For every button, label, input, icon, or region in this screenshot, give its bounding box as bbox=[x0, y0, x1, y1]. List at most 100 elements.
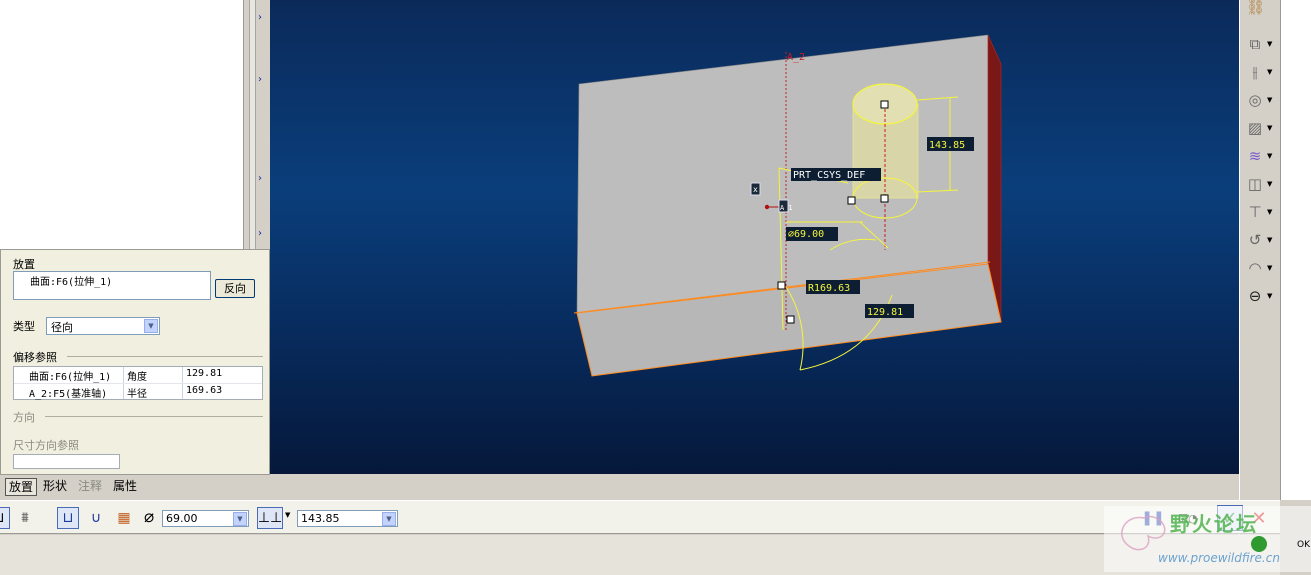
chevron-right-icon: › bbox=[258, 74, 262, 85]
model-tree-splitter[interactable]: › › › › bbox=[243, 0, 270, 250]
chevron-down-icon: ▼ bbox=[1267, 208, 1273, 216]
tool-chain[interactable]: ⛓ bbox=[1246, 0, 1276, 18]
tool-round[interactable]: ◠ ▼ bbox=[1246, 257, 1276, 279]
straight-hole-button[interactable]: ⊔ bbox=[57, 507, 79, 529]
flip-button[interactable]: 反向 bbox=[215, 279, 255, 298]
dim-dir-ref-collector[interactable] bbox=[13, 454, 120, 469]
tab-placement[interactable]: 放置 bbox=[5, 478, 38, 496]
pattern-icon: ⧉ bbox=[1249, 35, 1261, 53]
chevron-down-icon: ▼ bbox=[1267, 96, 1273, 104]
diameter-icon: ⌀ bbox=[144, 507, 155, 527]
chevron-down-icon: ▼ bbox=[1267, 68, 1273, 76]
mirror-icon: ⫲ bbox=[1252, 63, 1258, 81]
profile-hole-button[interactable]: ▦ bbox=[113, 507, 135, 529]
placement-title: 放置 bbox=[13, 258, 35, 271]
primary-reference-collector[interactable]: 曲面:F6(拉伸_1) bbox=[13, 271, 211, 300]
rib-icon: ⊤ bbox=[1248, 203, 1262, 221]
chevron-down-icon[interactable]: ▼ bbox=[285, 511, 290, 519]
graphics-window[interactable]: A_2 PRT_CSYS_DEF x A_1 143.85 ⌀69.00 R16… bbox=[270, 0, 1239, 474]
drag-handle[interactable] bbox=[880, 194, 889, 203]
depth-option-button[interactable]: ⊥⊥ bbox=[257, 507, 283, 529]
tool-thicken[interactable]: ▨ ▼ bbox=[1246, 117, 1276, 139]
simple-hole-icon: ⊔ bbox=[0, 510, 4, 526]
chevron-down-icon: ▼ bbox=[1267, 124, 1273, 132]
chevron-down-icon: ▼ bbox=[1267, 180, 1273, 188]
type-select[interactable]: 径向 ▼ bbox=[46, 317, 160, 335]
axis-label-a2: A_2 bbox=[787, 52, 805, 63]
diameter-value: 69.00 bbox=[166, 512, 198, 525]
tool-rib[interactable]: ⊤ ▼ bbox=[1246, 201, 1276, 223]
draft-icon: ↺ bbox=[1248, 231, 1262, 249]
sketched-hole-icon: ∪ bbox=[90, 510, 102, 526]
profile-hole-icon: ▦ bbox=[117, 510, 131, 526]
dim-dir-ref-label: 尺寸方向参照 bbox=[13, 439, 79, 452]
tab-properties[interactable]: 属性 bbox=[110, 478, 140, 496]
hole-icon: ⊖ bbox=[1248, 287, 1262, 305]
watermark-text: 野火论坛 bbox=[1170, 512, 1258, 536]
chevron-right-icon: › bbox=[258, 173, 262, 184]
drag-handle[interactable] bbox=[847, 196, 856, 205]
feature-toolbar: ⛓ ⧉ ▼ ⫲ ▼ ◎ ▼ ▨ ▼ ≋ ▼ ◫ ▼ ⊤ ▼ ↺ ▼ ◠ ▼ ⊖ ▼ bbox=[1239, 0, 1280, 575]
drag-handle[interactable] bbox=[880, 100, 889, 109]
table-row[interactable]: A_2:F5(基准轴) 半径 169.63 bbox=[14, 383, 262, 400]
type-value: 径向 bbox=[51, 321, 73, 334]
x-tag: x bbox=[753, 185, 758, 194]
tool-hole[interactable]: ⊖ ▼ bbox=[1246, 285, 1276, 307]
model-view[interactable]: A_2 PRT_CSYS_DEF x A_1 143.85 ⌀69.00 R16… bbox=[270, 0, 1239, 474]
model-tree[interactable] bbox=[0, 0, 243, 250]
direction-title: 方向 bbox=[13, 411, 35, 424]
status-bar bbox=[0, 535, 1280, 575]
chevron-down-icon[interactable]: ▼ bbox=[144, 319, 158, 333]
straight-hole-icon: ⊔ bbox=[62, 510, 74, 526]
chevron-right-icon: › bbox=[258, 228, 262, 239]
chevron-down-icon: ▼ bbox=[1267, 292, 1273, 300]
surface-ref: 曲面:F6(拉伸_1) bbox=[30, 277, 113, 288]
chevron-down-icon: ▼ bbox=[1267, 40, 1273, 48]
dashboard-tabs: 放置 形状 注释 属性 bbox=[0, 475, 1239, 499]
shell-icon: ◫ bbox=[1247, 175, 1263, 193]
tool-pattern[interactable]: ⧉ ▼ bbox=[1246, 33, 1276, 55]
type-label: 类型 bbox=[13, 320, 35, 333]
dim-angle[interactable]: 129.81 bbox=[867, 307, 903, 318]
hole-dashboard: ⊔ ⩩ ⊔ ∪ ▦ ⌀ 69.00 ▼ ⊥⊥ ▼ 143.85 ▼ ❚❚ ☑◔ … bbox=[0, 500, 1280, 534]
offset-title: 偏移参照 bbox=[13, 351, 57, 364]
round-icon: ◠ bbox=[1248, 259, 1262, 277]
chevron-down-icon[interactable]: ▼ bbox=[233, 512, 247, 526]
blind-depth-icon: ⊥⊥ bbox=[257, 510, 283, 526]
csys-label: PRT_CSYS_DEF bbox=[793, 170, 865, 181]
simple-hole-button[interactable]: ⊔ bbox=[0, 507, 10, 529]
sketched-hole-button[interactable]: ∪ bbox=[85, 507, 107, 529]
standard-hole-icon: ⩩ bbox=[21, 510, 29, 526]
placement-panel: 放置 曲面:F6(拉伸_1) 反向 类型 径向 ▼ 偏移参照 曲面:F6(拉伸_… bbox=[0, 249, 270, 475]
dim-height[interactable]: 143.85 bbox=[929, 140, 965, 151]
drag-handle[interactable] bbox=[777, 281, 786, 290]
drag-handle[interactable] bbox=[786, 315, 795, 324]
merge-icon: ◎ bbox=[1248, 91, 1262, 109]
watermark-url: www.proewildfire.cn bbox=[1158, 551, 1280, 565]
tab-shape[interactable]: 形状 bbox=[40, 478, 70, 496]
tool-draft[interactable]: ↺ ▼ bbox=[1246, 229, 1276, 251]
tool-mirror[interactable]: ⫲ ▼ bbox=[1246, 61, 1276, 83]
dim-diameter[interactable]: ⌀69.00 bbox=[788, 229, 824, 240]
ok-label: OK bbox=[1297, 540, 1310, 550]
tool-style[interactable]: ≋ ▼ bbox=[1246, 145, 1276, 167]
offset-references-table[interactable]: 曲面:F6(拉伸_1) 角度 129.81 A_2:F5(基准轴) 半径 169… bbox=[13, 366, 263, 400]
depth-input[interactable]: 143.85 ▼ bbox=[297, 510, 398, 527]
table-row[interactable]: 曲面:F6(拉伸_1) 角度 129.81 bbox=[14, 367, 262, 383]
tool-shell[interactable]: ◫ ▼ bbox=[1246, 173, 1276, 195]
splitter-bar[interactable] bbox=[249, 0, 256, 250]
depth-value: 143.85 bbox=[301, 512, 340, 525]
chevron-right-icon: › bbox=[258, 12, 262, 23]
chevron-down-icon: ▼ bbox=[1267, 152, 1273, 160]
thicken-icon: ▨ bbox=[1247, 119, 1263, 137]
tool-merge[interactable]: ◎ ▼ bbox=[1246, 89, 1276, 111]
diameter-input[interactable]: 69.00 ▼ bbox=[162, 510, 249, 527]
standard-hole-button[interactable]: ⩩ bbox=[14, 507, 36, 529]
chain-icon: ⛓ bbox=[1246, 0, 1266, 16]
chevron-down-icon[interactable]: ▼ bbox=[382, 512, 396, 526]
chevron-down-icon: ▼ bbox=[1267, 264, 1273, 272]
tab-notes[interactable]: 注释 bbox=[75, 478, 105, 496]
axis-tag-a1: A_1 bbox=[780, 204, 793, 212]
dim-radius[interactable]: R169.63 bbox=[808, 283, 850, 294]
chevron-down-icon: ▼ bbox=[1267, 236, 1273, 244]
